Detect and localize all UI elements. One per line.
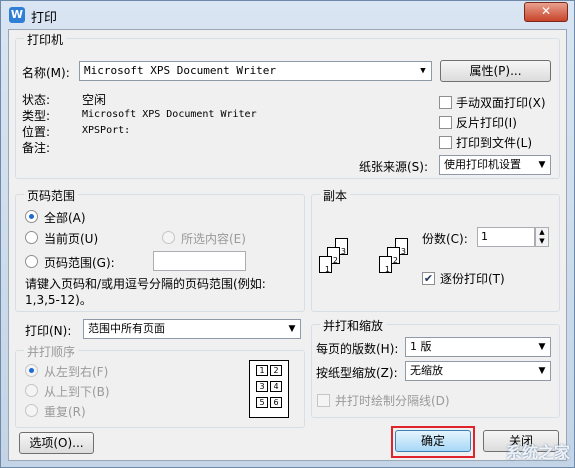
scale-select[interactable]: 无缩放 ▼ (405, 361, 551, 381)
left-to-right-radio[interactable] (25, 364, 38, 377)
chevron-down-icon: ▼ (538, 160, 546, 170)
print-what-value: 范围中所有页面 (88, 322, 165, 335)
pages-per-sheet-value: 1 版 (410, 340, 432, 353)
print-to-file-label[interactable]: 打印到文件(L) (456, 134, 532, 151)
title-bar[interactable]: W 打印 ✕ (1, 1, 575, 29)
all-pages-radio[interactable] (25, 210, 38, 223)
printer-name-value: Microsoft XPS Document Writer (84, 64, 277, 77)
paper-source-select[interactable]: 使用打印机设置 ▼ (439, 155, 551, 175)
page-icon: 1 (319, 256, 332, 274)
copies-count-input[interactable]: 1 (477, 227, 535, 247)
printer-group-title: 打印机 (24, 31, 67, 48)
scale-label: 按纸型缩放(Z): (316, 366, 398, 380)
collate-label[interactable]: 逐份打印(T) (440, 270, 505, 287)
ok-button[interactable]: 确定 (395, 430, 471, 452)
manual-duplex-label[interactable]: 手动双面打印(X) (456, 94, 546, 111)
chevron-down-icon: ▼ (420, 66, 426, 76)
wps-writer-icon: W (9, 7, 25, 23)
printer-name-label: 名称(M): (22, 66, 70, 80)
copies-title: 副本 (320, 187, 351, 204)
selection-label[interactable]: 所选内容(E) (181, 230, 246, 247)
grid-cell: 6 (270, 397, 282, 408)
dialog-body: 打印机 名称(M): Microsoft XPS Document Writer… (8, 29, 567, 461)
grid-cell: 3 (256, 381, 268, 392)
grid-cell: 1 (256, 365, 268, 376)
zoom-title: 并打和缩放 (320, 317, 387, 334)
page-range-input[interactable] (153, 251, 246, 271)
status-label: 状态: (22, 93, 51, 107)
current-page-radio[interactable] (25, 231, 38, 244)
status-value: 空闲 (82, 93, 107, 107)
type-value: Microsoft XPS Document Writer (82, 109, 257, 120)
type-label: 类型: (22, 109, 51, 123)
close-icon: ✕ (540, 4, 552, 18)
copies-group: 副本 (311, 187, 560, 312)
chevron-down-icon: ▼ (288, 324, 296, 334)
location-value: XPSPort: (82, 125, 131, 136)
top-to-bottom-radio[interactable] (25, 384, 38, 397)
print-what-label: 打印(N): (25, 324, 72, 338)
left-to-right-label[interactable]: 从左到右(F) (44, 363, 108, 380)
repeat-label[interactable]: 重复(R) (44, 403, 86, 420)
reverse-print-label[interactable]: 反片打印(I) (456, 114, 517, 131)
copies-count-label: 份数(C): (422, 232, 468, 246)
top-to-bottom-label[interactable]: 从上到下(B) (44, 383, 110, 400)
grid-cell: 2 (270, 365, 282, 376)
collate-checkbox[interactable]: ✔ (422, 272, 435, 285)
copies-stepper[interactable]: ▲ ▼ (535, 227, 549, 247)
pages-per-sheet-select[interactable]: 1 版 ▼ (405, 337, 551, 357)
options-button[interactable]: 选项(O)... (19, 432, 94, 454)
current-page-label[interactable]: 当前页(U) (44, 230, 98, 247)
location-label: 位置: (22, 125, 51, 139)
grid-cell: 4 (270, 381, 282, 392)
page-range-label[interactable]: 页码范围(G): (44, 254, 115, 271)
watermark-logo: 系统之家 (505, 443, 570, 462)
page-range-title: 页码范围 (24, 187, 79, 204)
reverse-print-checkbox[interactable] (439, 116, 452, 129)
page-range-radio[interactable] (25, 255, 38, 268)
printer-name-select[interactable]: Microsoft XPS Document Writer ▼ (79, 61, 432, 81)
pages-per-sheet-label: 每页的版数(H): (316, 342, 399, 356)
comment-label: 备注: (22, 141, 51, 155)
close-button[interactable]: ✕ (524, 2, 568, 22)
order-title: 并打顺序 (24, 343, 79, 360)
scale-value: 无缩放 (410, 364, 443, 377)
page-icon: 1 (379, 256, 392, 274)
manual-duplex-checkbox[interactable] (439, 96, 452, 109)
all-pages-label[interactable]: 全部(A) (44, 209, 86, 226)
dialog-title: 打印 (31, 11, 58, 26)
selection-radio[interactable] (162, 231, 175, 244)
order-preview: 1 2 3 4 5 6 (249, 360, 289, 418)
page-range-hint: 请键入页码和/或用逗号分隔的页码范围(例如: (25, 277, 266, 291)
paper-source-value: 使用打印机设置 (444, 158, 521, 171)
chevron-down-icon: ▼ (538, 342, 546, 352)
grid-cell: 5 (256, 397, 268, 408)
draw-borders-label[interactable]: 并打时绘制分隔线(D) (335, 392, 450, 409)
print-dialog: W 打印 ✕ 打印机 名称(M): Microsoft XPS Document… (0, 0, 575, 468)
repeat-radio[interactable] (25, 404, 38, 417)
paper-source-label: 纸张来源(S): (359, 160, 429, 174)
chevron-down-icon: ▼ (538, 366, 546, 376)
page-range-hint-2: 1,3,5-12)。 (25, 293, 92, 307)
properties-button[interactable]: 属性(P)... (440, 60, 551, 82)
draw-borders-checkbox[interactable] (317, 394, 330, 407)
print-to-file-checkbox[interactable] (439, 136, 452, 149)
print-what-select[interactable]: 范围中所有页面 ▼ (83, 319, 301, 339)
